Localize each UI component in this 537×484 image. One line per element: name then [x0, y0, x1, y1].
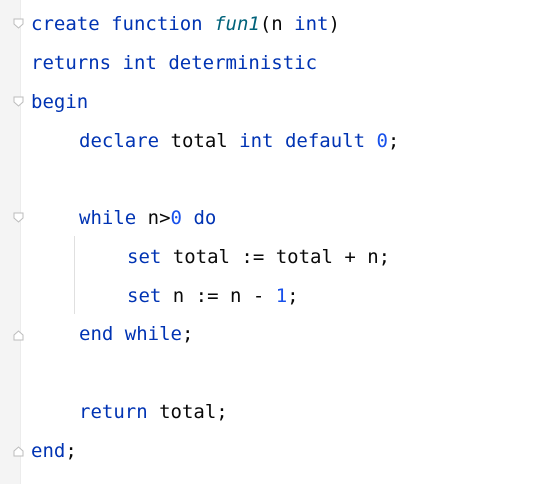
keyword-token: return: [79, 401, 148, 423]
keyword-token: end: [31, 440, 66, 462]
keyword-token: set: [127, 285, 162, 307]
code-editor[interactable]: create function fun1(n int) returns int …: [0, 0, 537, 484]
code-line: while n>0 do: [79, 205, 216, 231]
code-line: return total;: [79, 399, 228, 425]
keyword-token: set: [127, 246, 162, 268]
keyword-token: declare: [79, 130, 160, 152]
code-token: total := total + n;: [161, 246, 391, 268]
keyword-token: int: [239, 130, 274, 152]
code-line: returns int deterministic: [31, 50, 317, 76]
number-token: 1: [275, 285, 288, 307]
code-token: ): [328, 13, 340, 35]
fold-open-icon[interactable]: [13, 212, 24, 223]
fold-open-icon[interactable]: [13, 18, 24, 29]
keyword-token: deterministic: [168, 52, 318, 74]
code-token: n>: [136, 207, 171, 229]
code-token: ;: [387, 130, 400, 152]
code-line: create function fun1(n int): [31, 11, 340, 37]
editor-gutter: [0, 0, 24, 484]
code-line: end while;: [79, 321, 193, 347]
function-name-token: fun1: [214, 13, 260, 35]
keyword-token: create: [31, 13, 100, 35]
code-line: declare total int default 0;: [79, 128, 399, 154]
code-token: total;: [147, 401, 228, 423]
code-token: n := n -: [161, 285, 276, 307]
keyword-token: end: [79, 323, 114, 345]
fold-open-icon[interactable]: [13, 96, 24, 107]
code-line: set n := n - 1;: [127, 283, 299, 309]
code-token: ;: [287, 285, 299, 307]
number-token: 0: [376, 130, 388, 152]
keyword-token: begin: [31, 91, 89, 113]
keyword-token: while: [79, 207, 137, 229]
keyword-token: default: [284, 130, 366, 152]
number-token: 0: [170, 207, 182, 229]
code-token: ;: [65, 440, 77, 462]
keyword-token: while: [124, 323, 182, 345]
keyword-token: function: [111, 13, 203, 35]
keyword-token: do: [193, 207, 217, 229]
fold-close-icon[interactable]: [13, 330, 24, 341]
code-area[interactable]: create function fun1(n int) returns int …: [31, 0, 537, 484]
code-token: ;: [181, 323, 194, 345]
code-token: total: [159, 130, 240, 152]
keyword-token: int: [122, 52, 157, 74]
code-token: (n: [259, 13, 295, 35]
fold-close-icon[interactable]: [13, 446, 24, 457]
keyword-token: returns: [31, 52, 112, 74]
code-line: set total := total + n;: [127, 244, 390, 270]
keyword-token: int: [294, 13, 329, 35]
code-line: end;: [31, 438, 77, 464]
code-line: begin: [31, 89, 88, 115]
